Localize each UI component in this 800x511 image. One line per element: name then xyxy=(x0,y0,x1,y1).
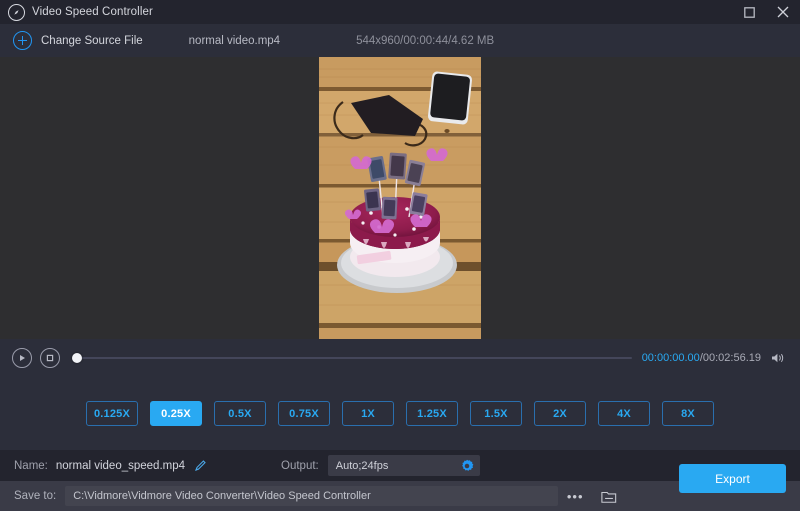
output-filename: normal video_speed.mp4 xyxy=(56,460,185,472)
speed-button-125x[interactable]: 1.25X xyxy=(406,401,458,426)
speedometer-icon xyxy=(8,4,25,21)
save-path-value: C:\Vidmore\Vidmore Video Converter\Video… xyxy=(73,490,371,502)
seek-handle[interactable] xyxy=(72,353,82,363)
speed-button-15x[interactable]: 1.5X xyxy=(470,401,522,426)
pencil-icon[interactable] xyxy=(194,459,207,472)
output-format-value: Auto;24fps xyxy=(336,460,460,472)
volume-icon[interactable] xyxy=(771,352,786,364)
source-bar: Change Source File normal video.mp4 544x… xyxy=(0,24,800,57)
stop-icon[interactable] xyxy=(40,348,60,368)
save-to-label: Save to: xyxy=(14,490,56,502)
video-speed-controller-window: Video Speed Controller Change Source Fil… xyxy=(0,0,800,511)
total-time: 00:02:56.19 xyxy=(703,352,761,364)
plus-circle-icon[interactable] xyxy=(14,32,31,49)
current-time: 00:00:00.00 xyxy=(642,352,700,364)
source-metadata: 544x960/00:00:44/4.62 MB xyxy=(356,35,494,47)
speed-button-05x[interactable]: 0.5X xyxy=(214,401,266,426)
maximize-icon[interactable] xyxy=(732,0,766,24)
speed-button-4x[interactable]: 4X xyxy=(598,401,650,426)
gear-icon[interactable] xyxy=(460,459,474,473)
play-icon[interactable] xyxy=(12,348,32,368)
speed-button-075x[interactable]: 0.75X xyxy=(278,401,330,426)
folder-icon[interactable] xyxy=(596,486,622,506)
speed-options: 0.125X 0.25X 0.5X 0.75X 1X 1.25X 1.5X 2X… xyxy=(0,377,800,450)
source-filename: normal video.mp4 xyxy=(189,35,280,47)
speed-button-8x[interactable]: 8X xyxy=(662,401,714,426)
speed-button-2x[interactable]: 2X xyxy=(534,401,586,426)
video-frame-image xyxy=(319,57,481,339)
speed-button-0125x[interactable]: 0.125X xyxy=(86,401,138,426)
ellipsis-icon[interactable]: ••• xyxy=(560,486,590,506)
window-controls xyxy=(732,0,800,24)
output-label: Output: xyxy=(281,460,319,472)
speed-button-025x[interactable]: 0.25X xyxy=(150,401,202,426)
title-bar: Video Speed Controller xyxy=(0,0,800,24)
speed-button-1x[interactable]: 1X xyxy=(342,401,394,426)
seek-slider[interactable] xyxy=(72,351,632,365)
transport-bar: 00:00:00.00 / 00:02:56.19 xyxy=(0,339,800,377)
video-preview-stage[interactable] xyxy=(0,57,800,339)
change-source-file-button[interactable]: Change Source File xyxy=(41,35,143,47)
video-preview[interactable] xyxy=(319,57,481,339)
window-title: Video Speed Controller xyxy=(32,6,153,18)
seek-track xyxy=(72,357,632,359)
name-label: Name: xyxy=(14,460,48,472)
save-path-field[interactable]: C:\Vidmore\Vidmore Video Converter\Video… xyxy=(65,486,558,506)
close-icon[interactable] xyxy=(766,0,800,24)
output-format-field[interactable]: Auto;24fps xyxy=(328,455,480,476)
export-button[interactable]: Export xyxy=(679,464,786,493)
